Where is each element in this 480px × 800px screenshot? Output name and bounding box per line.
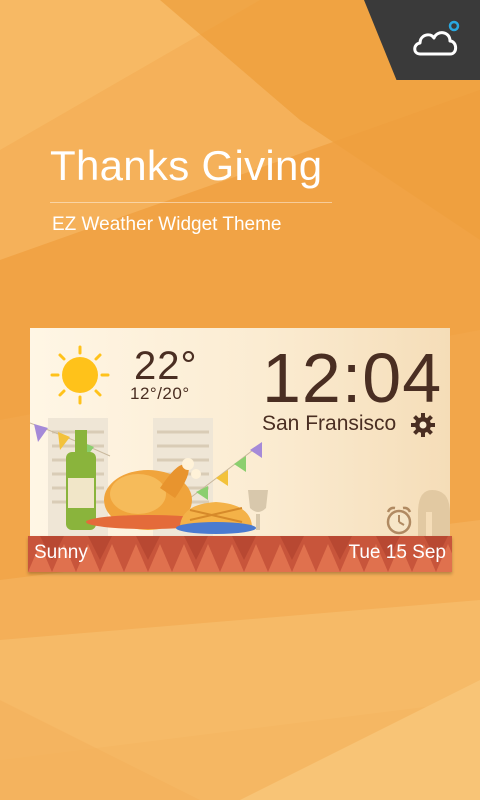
- weather-clock-widget[interactable]: 22° 12°/20° 12:04 San Fransisco: [30, 328, 450, 538]
- condition-date-bar: Sunny Tue 15 Sep: [28, 536, 452, 572]
- clock-time[interactable]: 12:04: [262, 338, 442, 418]
- theme-subtitle: EZ Weather Widget Theme: [52, 214, 282, 235]
- sun-icon: [50, 345, 110, 405]
- alarm-clock-icon[interactable]: [384, 504, 414, 536]
- current-temperature: 22°: [134, 344, 198, 388]
- weather-condition: Sunny: [34, 542, 88, 563]
- gear-icon[interactable]: [410, 412, 436, 438]
- notification-dot: [448, 20, 460, 32]
- city-name[interactable]: San Fransisco: [262, 412, 396, 436]
- temperature-range: 12°/20°: [130, 384, 190, 403]
- theme-title: Thanks Giving: [50, 142, 323, 189]
- cloud-icon: [413, 20, 460, 56]
- title-divider: [50, 202, 332, 203]
- date-label[interactable]: Tue 15 Sep: [348, 542, 446, 564]
